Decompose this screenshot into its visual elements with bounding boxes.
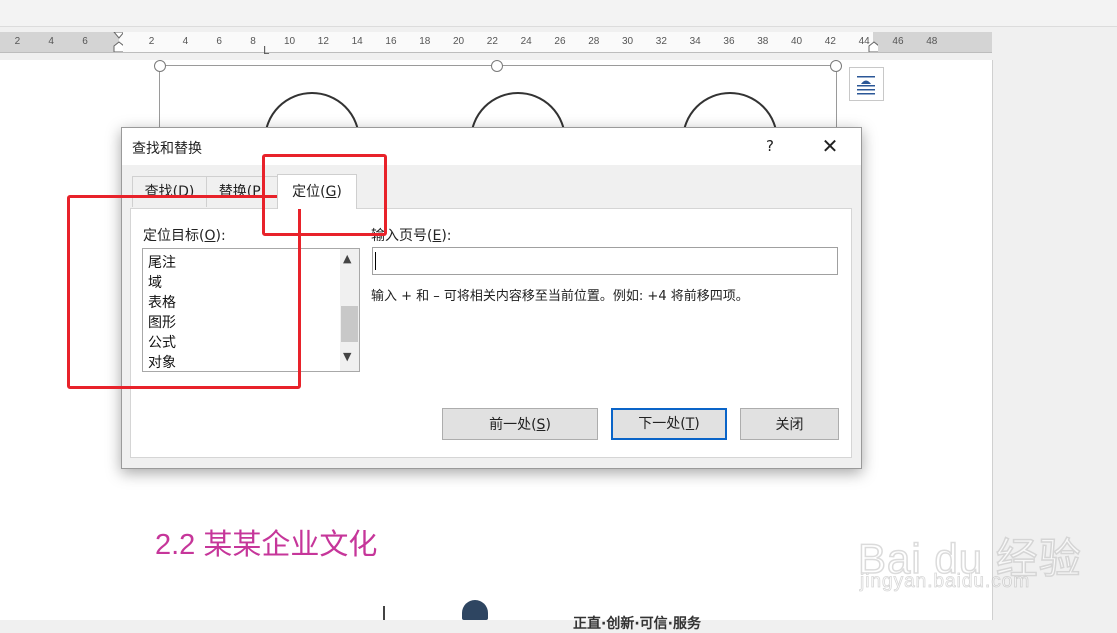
ruler-number: 6 <box>82 36 88 47</box>
resize-handle[interactable] <box>154 60 166 72</box>
tab-goto[interactable]: 定位(G) <box>277 174 357 209</box>
ruler-number: 24 <box>520 36 532 47</box>
ruler-number: 42 <box>824 36 836 47</box>
ruler-number: 4 <box>182 36 189 47</box>
ruler-number: 40 <box>791 36 803 47</box>
ruler-tab-marker[interactable]: L <box>263 44 269 57</box>
close-button[interactable]: 关闭 <box>740 408 839 440</box>
scroll-down-icon[interactable]: ▼ <box>343 350 351 363</box>
dialog-title: 查找和替换 <box>132 141 202 157</box>
list-item[interactable]: 对象 <box>148 352 176 372</box>
watermark-url: jingyan.baidu.com <box>860 571 1031 593</box>
list-item[interactable]: 图形 <box>148 312 176 332</box>
ruler-number: 18 <box>419 36 431 47</box>
tab-replace[interactable]: 替换(P) <box>206 176 279 207</box>
baidu-jingyan-watermark: Bai du 经验 jingyan.baidu.com <box>857 507 1081 597</box>
ruler-number: 32 <box>655 36 667 47</box>
ruler-number: 48 <box>926 36 938 47</box>
text-caret <box>375 252 376 270</box>
dialog-titlebar[interactable]: 查找和替换 ? ✕ <box>122 128 861 165</box>
layout-options-button[interactable] <box>849 67 884 101</box>
ruler-number: 20 <box>453 36 465 47</box>
ruler-number: 2 <box>14 36 21 47</box>
scroll-up-icon[interactable]: ▲ <box>343 252 351 265</box>
page-number-label: 输入页号(E): <box>371 228 452 244</box>
goto-hint-text: 输入 + 和 – 可将相关内容移至当前位置。例如: +4 将前移四项。 <box>371 289 749 304</box>
ruler-number: 6 <box>216 36 222 47</box>
resize-handle[interactable] <box>830 60 842 72</box>
find-replace-dialog: 查找和替换 ? ✕ 查找(D) 替换(P) 定位(G) 定位目标(O): 尾注 … <box>121 127 862 469</box>
ruler-number: 28 <box>588 36 600 47</box>
previous-button[interactable]: 前一处(S) <box>442 408 598 440</box>
listbox-scrollbar[interactable]: ▲ ▼ <box>340 249 359 371</box>
divider-line <box>383 606 385 620</box>
ruler-number: 4 <box>48 36 54 47</box>
ruler-number: 46 <box>892 36 904 47</box>
list-item[interactable]: 尾注 <box>148 252 176 272</box>
ruler-number: 8 <box>250 36 256 47</box>
indent-marker-icon[interactable] <box>113 32 123 52</box>
ruler-number: 12 <box>317 36 329 47</box>
ruler-number: 26 <box>554 36 566 47</box>
help-button[interactable]: ? <box>766 137 774 155</box>
list-item[interactable]: 表格 <box>148 292 176 312</box>
ruler-number: 38 <box>757 36 769 47</box>
ruler-number: 22 <box>486 36 498 47</box>
goto-what-label: 定位目标(O): <box>143 228 226 244</box>
page-number-input[interactable] <box>372 247 838 275</box>
values-text: 正直·创新·可信·服务 <box>573 616 701 632</box>
list-item[interactable]: 公式 <box>148 332 176 352</box>
ruler-number: 2 <box>148 36 155 47</box>
ruler-number: 10 <box>284 36 296 47</box>
ruler-number: 44 <box>858 36 870 47</box>
ruler-number: 14 <box>351 36 363 47</box>
next-button[interactable]: 下一处(T) <box>611 408 727 440</box>
person-icon <box>462 600 488 620</box>
ruler-number: 30 <box>622 36 634 47</box>
dialog-close-icon[interactable]: ✕ <box>818 134 842 158</box>
goto-what-listbox[interactable]: 尾注 域 表格 图形 公式 对象 ▲ ▼ <box>142 248 360 372</box>
list-item[interactable]: 域 <box>148 272 162 292</box>
scrollbar-thumb[interactable] <box>341 306 358 342</box>
ruler-number: 36 <box>723 36 735 47</box>
ruler-number: 16 <box>385 36 397 47</box>
section-heading: 2.2 某某企业文化 <box>155 529 378 561</box>
top-toolbar <box>0 0 1117 27</box>
resize-handle[interactable] <box>491 60 503 72</box>
tab-find[interactable]: 查找(D) <box>132 176 207 207</box>
ruler-number: 34 <box>689 36 701 47</box>
layout-options-icon <box>857 76 875 95</box>
horizontal-ruler[interactable]: L 6 4 2 2 4 6 8 10 12 14 16 18 20 22 24 26 28 30 32 34 36 38 4… <box>0 32 992 57</box>
